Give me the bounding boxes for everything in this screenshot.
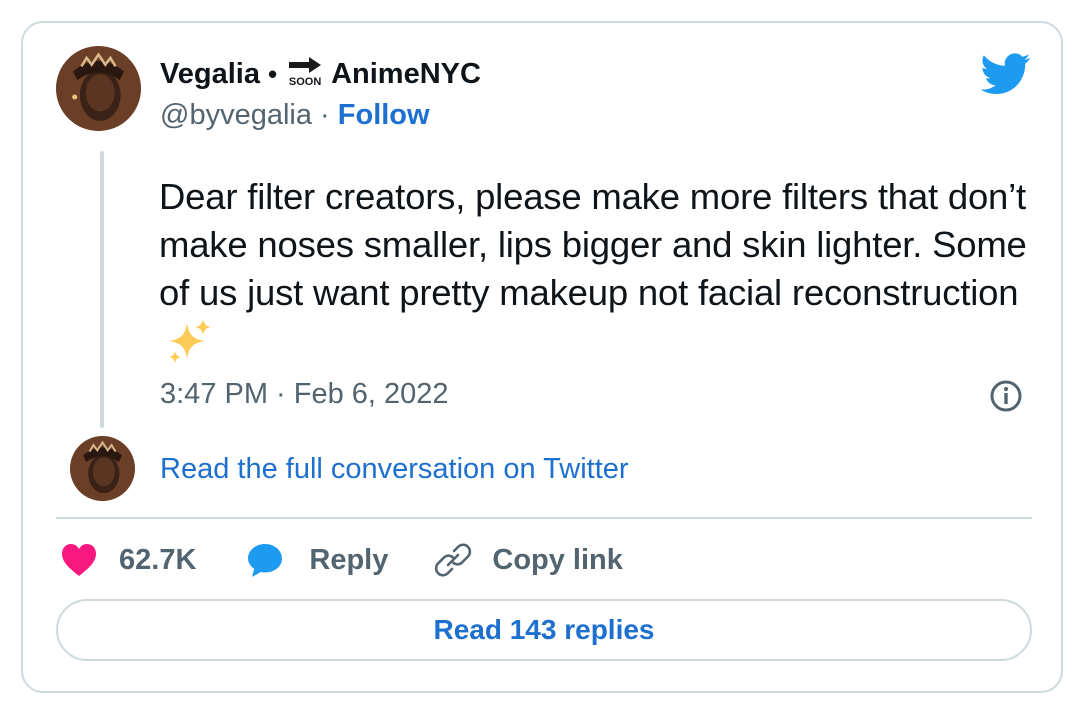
action-bar: 62.7K Reply Copy link (61, 540, 623, 580)
like-action[interactable]: 62.7K (61, 543, 246, 577)
soon-arrow-icon: SOON (285, 57, 325, 91)
reply-action[interactable]: Reply (246, 541, 434, 579)
read-replies-button[interactable]: Read 143 replies (56, 599, 1032, 661)
reply-label: Reply (309, 543, 389, 576)
heart-icon[interactable] (61, 543, 97, 577)
author-name-suffix: AnimeNYC (331, 57, 481, 90)
author-avatar-small[interactable] (70, 436, 135, 501)
tweet-text: Dear filter creators, please make more f… (159, 173, 1039, 371)
author-handle[interactable]: @byvegalia (160, 99, 312, 131)
follow-button[interactable]: Follow (338, 99, 430, 131)
name-separator: • (267, 58, 278, 89)
handle-separator: · (320, 99, 330, 131)
copy-link-label: Copy link (492, 543, 623, 576)
sparkles-emoji (169, 319, 211, 363)
read-replies-label: Read 143 replies (433, 614, 655, 645)
read-full-conversation-link[interactable]: Read the full conversation on Twitter (160, 453, 629, 486)
link-icon[interactable] (434, 541, 472, 579)
thread-connector-line (100, 151, 104, 428)
twitter-bird-icon[interactable] (981, 53, 1031, 95)
speech-bubble-icon[interactable] (246, 541, 284, 579)
divider (56, 517, 1032, 519)
tweet-body: Dear filter creators, please make more f… (159, 176, 1027, 313)
info-icon[interactable] (989, 379, 1023, 413)
copy-link-action[interactable]: Copy link (434, 541, 623, 579)
tweet-timestamp[interactable]: 3:47 PM · Feb 6, 2022 (160, 378, 449, 411)
author-name[interactable]: Vegalia (160, 58, 260, 91)
tweet-embed-card: Vegalia • SOON AnimeNYC @byvegalia · Fol… (21, 21, 1063, 693)
soon-label: SOON (288, 76, 322, 88)
author-avatar[interactable] (56, 46, 141, 131)
like-count: 62.7K (119, 543, 197, 576)
author-name-row[interactable]: Vegalia • SOON AnimeNYC (160, 57, 481, 91)
handle-row: @byvegalia · Follow (160, 99, 430, 132)
